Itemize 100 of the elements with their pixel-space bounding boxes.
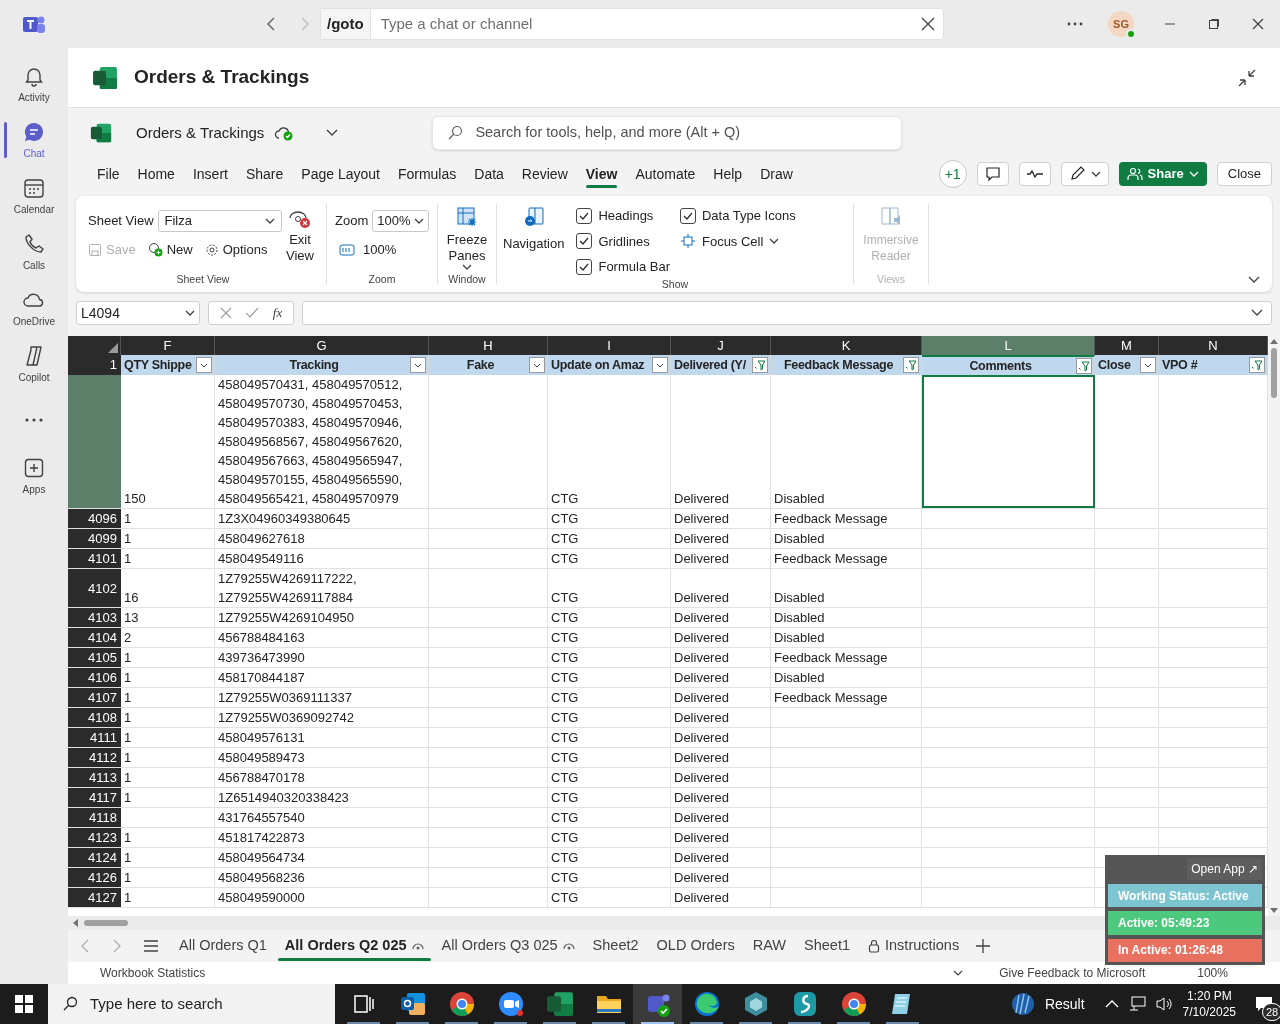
table-cell-text: CTG bbox=[550, 649, 580, 667]
table-cell-text: Delivered bbox=[673, 510, 730, 528]
row-header[interactable]: 4106 bbox=[68, 668, 121, 687]
sheet-tab[interactable]: RAW bbox=[743, 930, 796, 962]
table-cell-text: Delivered bbox=[673, 889, 730, 907]
row-header[interactable]: 4127 bbox=[68, 888, 121, 907]
zoom-100-button[interactable]: 100% bbox=[335, 240, 429, 260]
row-header[interactable]: 4102 bbox=[68, 569, 121, 607]
table-cell-text: 1 bbox=[123, 829, 133, 847]
table-cell-text: 1 bbox=[123, 729, 133, 747]
share-button[interactable]: Share bbox=[1118, 162, 1207, 186]
column-header[interactable]: L bbox=[922, 336, 1095, 355]
sheet-tab[interactable]: Instructions bbox=[859, 930, 969, 962]
zoom-dropdown[interactable]: 100% bbox=[372, 210, 429, 232]
sheet-tab[interactable]: All Orders Q1 bbox=[170, 930, 276, 962]
row-header[interactable]: 4118 bbox=[68, 808, 121, 827]
insert-function-button[interactable]: fx bbox=[272, 303, 283, 323]
open-app-button[interactable]: Open App ↗ bbox=[1187, 858, 1262, 880]
sheet-tab[interactable]: All Orders Q2 025 bbox=[275, 930, 433, 962]
menu-tab[interactable]: Review bbox=[512, 160, 577, 188]
menu-tab[interactable]: Automate bbox=[626, 160, 705, 188]
rail-item[interactable]: Chat bbox=[0, 112, 68, 168]
document-name[interactable]: Orders & Trackings bbox=[136, 121, 265, 145]
rail-item[interactable]: Calendar bbox=[0, 168, 68, 224]
rail-item[interactable]: Calls bbox=[0, 224, 68, 280]
row-header[interactable]: 4113 bbox=[68, 768, 121, 787]
sheet-tab[interactable]: All Orders Q3 025 bbox=[432, 930, 584, 962]
exit-view-button[interactable]: Exit View bbox=[282, 200, 318, 273]
search-input[interactable]: Search for tools, help, and more (Alt + Q) bbox=[475, 122, 888, 144]
table-cell-text: Delivered bbox=[673, 490, 730, 508]
table-cell-text: Delivered bbox=[673, 869, 730, 887]
menu-tab[interactable]: Share bbox=[236, 160, 293, 188]
rail-item[interactable]: OneDrive bbox=[0, 280, 68, 336]
sheet-tab[interactable]: Sheet2 bbox=[583, 930, 648, 962]
table-cell-text: CTG bbox=[550, 729, 580, 747]
column-title: VPO # bbox=[1162, 356, 1199, 374]
search-field[interactable]: /goto Type a chat or channel bbox=[320, 8, 944, 40]
menu-tab[interactable]: Help bbox=[704, 160, 752, 188]
zoom-level[interactable]: 100% bbox=[1197, 964, 1228, 982]
menu-tab[interactable]: View bbox=[576, 160, 627, 188]
table-cell-text: 458049570431, 458049570512, 458049570730, 458049570453, 458049570383, 458049570946, 458049568567, 458049567620, 458049567663, 458049565947, 458049570155, 458049565590, 458049565421, 458049570979 bbox=[217, 376, 404, 508]
table-cell-text: Feedback Message bbox=[773, 689, 889, 707]
search-field[interactable]: Search for tools, help, and more (Alt + Q) bbox=[432, 116, 903, 150]
weather-label[interactable]: Result bbox=[1044, 993, 1085, 1015]
table-cell-text: 1 bbox=[123, 849, 133, 867]
row-header[interactable]: 4104 bbox=[68, 628, 121, 647]
row-header[interactable]: 4096 bbox=[68, 509, 121, 528]
menu-tab[interactable]: Insert bbox=[183, 160, 237, 188]
feedback-link[interactable]: Give Feedback to Microsoft bbox=[999, 964, 1146, 982]
sheet-tab[interactable]: Sheet1 bbox=[795, 930, 859, 962]
taskbar-search-input[interactable]: Type here to search bbox=[90, 992, 321, 1016]
row-header[interactable]: 4101 bbox=[68, 549, 121, 568]
close-button[interactable]: Close bbox=[1216, 162, 1272, 186]
menu-tab[interactable]: Data bbox=[465, 160, 513, 188]
row-header[interactable]: 4112 bbox=[68, 748, 121, 767]
row-header[interactable]: 4123 bbox=[68, 828, 121, 847]
focus-cell-button[interactable]: Focus Cell bbox=[679, 231, 796, 251]
presence-badge[interactable]: +1 bbox=[938, 160, 967, 188]
menu-tab[interactable]: Formulas bbox=[388, 160, 466, 188]
menu-tab[interactable]: File bbox=[88, 160, 129, 188]
row-header[interactable]: 1 bbox=[68, 355, 121, 375]
sheet-tab[interactable]: OLD Orders bbox=[647, 930, 744, 962]
sheet-view-dropdown[interactable]: Filza bbox=[157, 210, 282, 232]
menu-tab[interactable]: Page Layout bbox=[292, 160, 389, 188]
row-header[interactable]: 4126 bbox=[68, 868, 121, 887]
file-title: Orders & Trackings bbox=[134, 65, 310, 90]
taskbar-search-field[interactable]: Type here to search bbox=[48, 984, 335, 1024]
new-button[interactable]: New bbox=[147, 240, 193, 260]
table-cell-text: 150 bbox=[123, 490, 147, 508]
rail-item[interactable]: Activity bbox=[0, 56, 68, 112]
freeze-panes-button[interactable]: Freeze Panes bbox=[438, 200, 496, 273]
table-cell-text: CTG bbox=[550, 829, 580, 847]
menu-tab[interactable]: Draw bbox=[751, 160, 802, 188]
table-cell-text: 458049576131 bbox=[217, 729, 306, 747]
rail-item[interactable]: Copilot bbox=[0, 336, 68, 392]
row-header[interactable]: 4108 bbox=[68, 708, 121, 727]
name-box[interactable]: L4094 bbox=[76, 301, 200, 325]
row-header[interactable]: 4107 bbox=[68, 688, 121, 707]
chat-search-input[interactable]: Type a chat or channel bbox=[370, 12, 921, 36]
table-cell-text: Delivered bbox=[673, 609, 730, 627]
status-text[interactable]: Workbook Statistics bbox=[100, 964, 206, 982]
table-cell-text: 458049564734 bbox=[217, 849, 306, 867]
options-button[interactable]: Options bbox=[204, 240, 268, 260]
table-cell-text: 1 bbox=[123, 869, 133, 887]
row-header[interactable]: 4103 bbox=[68, 608, 121, 627]
clock[interactable]: 1:20 PM 7/10/2025 bbox=[1182, 988, 1236, 1020]
row-header[interactable]: 4111 bbox=[68, 728, 121, 747]
table-cell-text: Feedback Message bbox=[773, 510, 889, 528]
notification-button[interactable]: 28 bbox=[1248, 984, 1280, 1024]
rail-item[interactable]: Apps bbox=[0, 448, 68, 504]
row-header[interactable]: 4117 bbox=[68, 788, 121, 807]
navigation-button[interactable]: Navigation bbox=[497, 200, 571, 277]
avatar[interactable]: SG bbox=[1108, 11, 1134, 37]
table-cell-text: Delivered bbox=[673, 829, 730, 847]
row-header[interactable]: 4105 bbox=[68, 648, 121, 667]
row-header[interactable]: 4099 bbox=[68, 529, 121, 548]
row-header[interactable]: 4124 bbox=[68, 848, 121, 867]
table-cell-text: Delivered bbox=[673, 729, 730, 747]
table-cell-text: Delivered bbox=[673, 589, 730, 607]
menu-tab[interactable]: Home bbox=[128, 160, 184, 188]
